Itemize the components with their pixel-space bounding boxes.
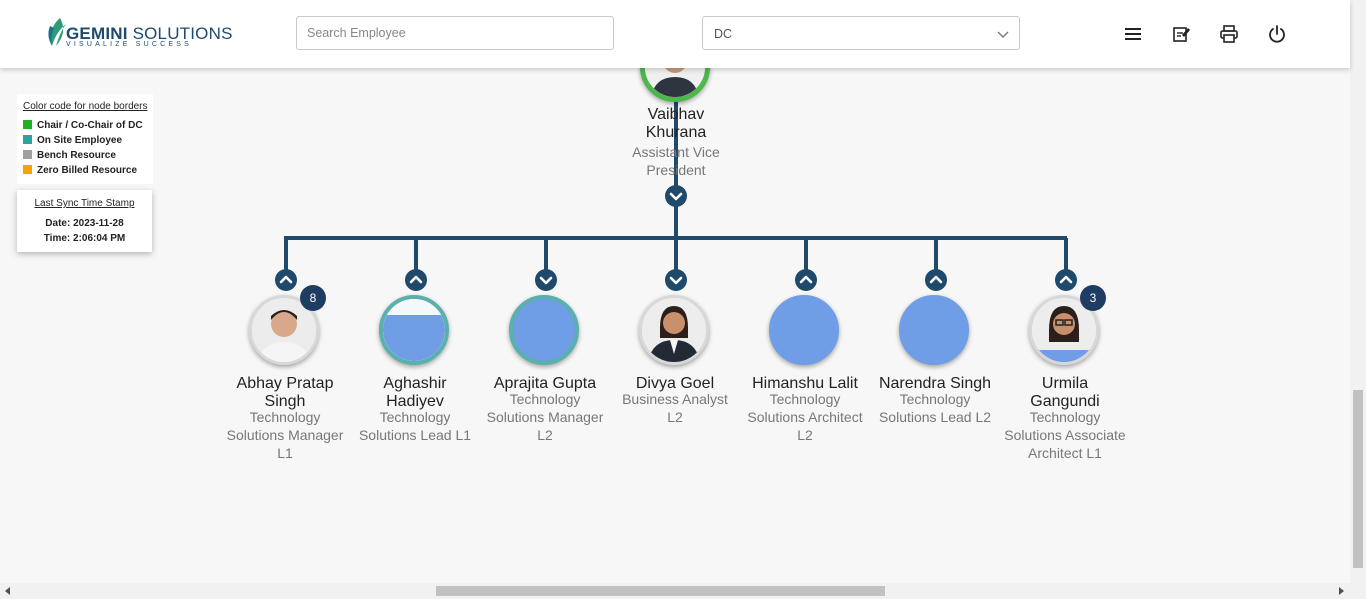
collapse-chevron-down-icon[interactable] bbox=[665, 185, 687, 207]
employee-role: Technology Solutions Lead L1 bbox=[358, 409, 472, 443]
menu-icon[interactable] bbox=[1123, 24, 1143, 44]
app-header: GEMINI SOLUTIONS VISUALIZE SUCCESS DC bbox=[0, 0, 1350, 68]
legend-swatch bbox=[23, 135, 32, 144]
legend-swatch bbox=[23, 165, 32, 174]
employee-name: Aghashir Hadiyev bbox=[383, 375, 447, 410]
expand-chevron-up-icon[interactable] bbox=[405, 269, 427, 291]
legend-swatch bbox=[23, 120, 32, 129]
search-employee-input[interactable] bbox=[296, 16, 614, 50]
horizontal-scrollbar[interactable] bbox=[0, 583, 1366, 599]
legend-item-onsite: On Site Employee bbox=[23, 135, 122, 146]
employee-role: Technology Solutions Associate Architect… bbox=[1004, 409, 1126, 461]
expand-chevron-up-icon[interactable] bbox=[925, 269, 947, 291]
department-select-value: DC bbox=[714, 27, 733, 41]
employee-avatar bbox=[899, 295, 969, 365]
sync-date: Date: 2023-11-28 bbox=[45, 218, 124, 229]
collapse-chevron-down-icon[interactable] bbox=[665, 269, 687, 291]
border-color-legend: Color code for node borders Chair / Co-C… bbox=[17, 94, 153, 184]
leaf-logo-icon bbox=[48, 18, 66, 46]
company-logo[interactable]: GEMINI SOLUTIONS VISUALIZE SUCCESS bbox=[46, 16, 232, 52]
employee-role: Business Analyst L2 bbox=[622, 391, 728, 425]
employee-avatar bbox=[509, 295, 579, 365]
legend-item-zero-billed: Zero Billed Resource bbox=[23, 165, 137, 176]
employee-role: Technology Solutions Manager L1 bbox=[226, 409, 344, 461]
employee-name: Urmila Gangundi bbox=[1030, 375, 1100, 410]
root-role: Assistant Vice President bbox=[632, 144, 720, 178]
employee-avatar bbox=[379, 295, 449, 365]
employee-role: Technology Solutions Manager L2 bbox=[486, 391, 604, 443]
expand-chevron-up-icon[interactable] bbox=[275, 269, 297, 291]
legend-title: Color code for node borders bbox=[23, 101, 148, 112]
employee-role: Technology Solutions Lead L2 bbox=[878, 391, 992, 425]
reports-count-badge: 3 bbox=[1080, 285, 1106, 311]
reports-count-badge: 8 bbox=[300, 285, 326, 311]
last-sync-panel: Last Sync Time Stamp Date: 2023-11-28 Ti… bbox=[17, 190, 152, 252]
legend-item-chair: Chair / Co-Chair of DC bbox=[23, 120, 143, 131]
chevron-down-icon bbox=[997, 31, 1009, 38]
vertical-scrollbar-thumb[interactable] bbox=[1353, 390, 1363, 568]
expand-chevron-up-icon[interactable] bbox=[795, 269, 817, 291]
expand-chevron-up-icon[interactable] bbox=[1055, 269, 1077, 291]
sync-time: Time: 2:06:04 PM bbox=[43, 233, 126, 244]
root-name: Vaibhav Khurana bbox=[645, 106, 707, 141]
legend-item-bench: Bench Resource bbox=[23, 150, 116, 161]
employee-name: Abhay Pratap Singh bbox=[236, 375, 334, 410]
collapse-chevron-down-icon[interactable] bbox=[535, 269, 557, 291]
department-select[interactable]: DC bbox=[702, 16, 1020, 50]
employee-avatar bbox=[639, 295, 709, 365]
logo-tagline: VISUALIZE SUCCESS bbox=[66, 41, 192, 48]
horizontal-scrollbar-thumb[interactable] bbox=[436, 586, 885, 596]
employee-avatar bbox=[769, 295, 839, 365]
edit-note-icon[interactable] bbox=[1171, 24, 1191, 44]
sync-title: Last Sync Time Stamp bbox=[34, 198, 135, 209]
vertical-scrollbar[interactable] bbox=[1350, 0, 1366, 583]
scroll-left-arrow-icon[interactable] bbox=[4, 587, 12, 595]
scroll-right-arrow-icon[interactable] bbox=[1337, 587, 1345, 595]
print-icon[interactable] bbox=[1219, 24, 1239, 44]
employee-role: Technology Solutions Architect L2 bbox=[747, 391, 863, 443]
power-icon[interactable] bbox=[1267, 24, 1287, 44]
legend-swatch bbox=[23, 150, 32, 159]
